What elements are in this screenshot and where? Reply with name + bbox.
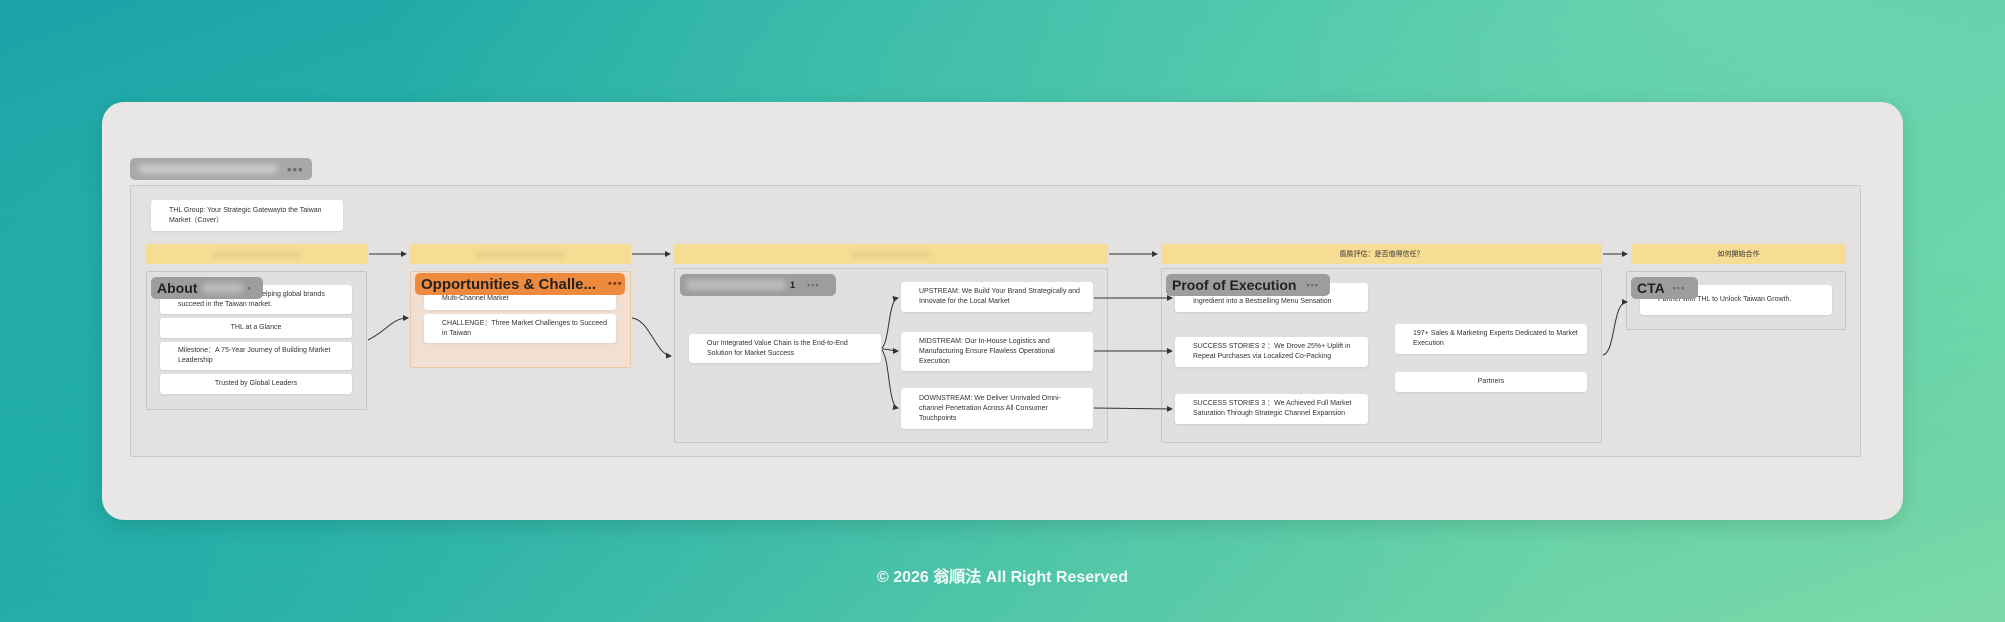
band-value-chain <box>674 244 1108 264</box>
midstream-note[interactable]: MIDSTREAM: Our In-House Logistics and Ma… <box>901 332 1093 371</box>
opportunities-note-2-text: CHALLENGE：Three Market Challenges to Suc… <box>442 319 607 337</box>
about-note-4[interactable]: Trusted by Global Leaders <box>160 374 352 394</box>
about-note-2[interactable]: THL at a Glance <box>160 318 352 338</box>
midstream-text: MIDSTREAM: Our In-House Logistics and Ma… <box>919 337 1055 365</box>
opportunities-tag-label: Opportunities & Challe... <box>421 275 597 293</box>
opportunities-note-1-text: Multi-Channel Market <box>442 294 509 302</box>
proof-note-4[interactable]: 197+ Sales & Marketing Experts Dedicated… <box>1395 324 1587 354</box>
opportunities-note-2[interactable]: CHALLENGE：Three Market Challenges to Suc… <box>424 314 616 343</box>
more-options-icon[interactable]: ••• <box>608 278 623 290</box>
upstream-note[interactable]: UPSTREAM: We Build Your Brand Strategica… <box>901 282 1093 312</box>
proof-note-4-text: 197+ Sales & Marketing Experts Dedicated… <box>1413 330 1578 347</box>
more-options-icon[interactable]: ••• <box>1306 280 1318 290</box>
band-redacted <box>476 251 565 257</box>
band-risk: 風險評估：是否值得信任？ <box>1161 244 1602 264</box>
band-risk-label: 風險評估：是否值得信任？ <box>1339 251 1424 258</box>
board-title-tag[interactable]: ••• <box>130 158 312 180</box>
board-title-redacted <box>138 164 278 174</box>
proof-note-1-text: Ingredient into a Bestselling Menu Sensa… <box>1193 297 1332 305</box>
proof-note-5[interactable]: Partners <box>1395 372 1587 392</box>
proof-note-5-text: Partners <box>1477 378 1505 385</box>
about-note-2-text: THL at a Glance <box>230 324 282 331</box>
band-redacted <box>212 251 302 257</box>
more-options-icon[interactable]: ••• <box>807 280 819 290</box>
about-note-3[interactable]: Milestone：A 75-Year Journey of Building … <box>160 342 352 370</box>
downstream-text: DOWNSTREAM: We Deliver Unrivaled Omni-ch… <box>919 394 1061 422</box>
proof-tag[interactable]: Proof of Execution ••• <box>1166 274 1330 296</box>
more-options-icon[interactable]: ••• <box>1673 283 1685 293</box>
downstream-note[interactable]: DOWNSTREAM: We Deliver Unrivaled Omni-ch… <box>901 388 1093 429</box>
band-cooperate-label: 如何開始合作 <box>1717 251 1760 258</box>
opportunities-tag[interactable]: Opportunities & Challe... ••• <box>415 273 625 295</box>
band-about <box>146 244 368 264</box>
proof-note-2[interactable]: SUCCESS STORIES 2 ：We Drove 25%+ Uplift … <box>1175 337 1368 367</box>
value-chain-center-note[interactable]: Our Integrated Value Chain is the End-to… <box>689 334 881 363</box>
proof-note-3-text: SUCCESS STORIES 3 ：We Achieved Full Mark… <box>1193 400 1352 417</box>
proof-tag-label: Proof of Execution <box>1172 277 1297 293</box>
about-note-4-text: Trusted by Global Leaders <box>214 380 298 387</box>
more-options-icon[interactable]: • <box>247 283 251 293</box>
upstream-text: UPSTREAM: We Build Your Brand Strategica… <box>919 288 1080 305</box>
cover-note[interactable]: THL Group: Your Strategic Gatewayto the … <box>151 200 343 231</box>
band-opportunities <box>410 244 631 264</box>
band-cooperate: 如何開始合作 <box>1631 244 1846 264</box>
proof-note-3[interactable]: SUCCESS STORIES 3 ：We Achieved Full Mark… <box>1175 394 1368 424</box>
cta-tag[interactable]: CTA ••• <box>1631 277 1698 299</box>
proof-note-2-text: SUCCESS STORIES 2 ：We Drove 25%+ Uplift … <box>1193 343 1351 360</box>
footer-copyright: © 2026 翁順法 All Right Reserved <box>877 569 1128 586</box>
about-tag-label: About <box>157 280 198 296</box>
band-redacted <box>851 251 931 257</box>
about-note-3-text: Milestone：A 75-Year Journey of Building … <box>178 347 331 364</box>
cta-tag-label: CTA <box>1637 280 1665 296</box>
more-options-icon[interactable]: ••• <box>287 163 304 176</box>
cover-note-text: THL Group: Your Strategic Gatewayto the … <box>169 206 322 224</box>
tag-redacted <box>686 280 786 290</box>
about-tag[interactable]: About • <box>151 277 263 299</box>
value-chain-tag[interactable]: 1 ••• <box>680 274 836 296</box>
value-chain-center-text: Our Integrated Value Chain is the End-to… <box>707 339 848 357</box>
tag-suffix: 1 <box>790 280 796 290</box>
tag-redacted <box>203 283 244 293</box>
